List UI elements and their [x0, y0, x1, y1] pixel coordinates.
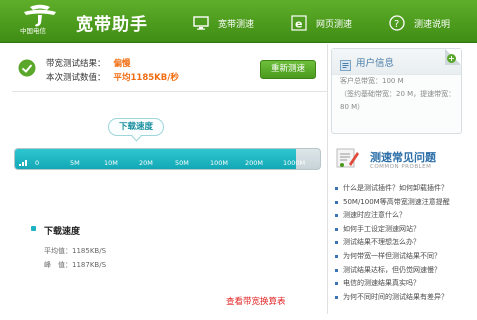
app-header: 中国电信 宽带助手 宽带测速 e 网页测速 ? 测速说明 — [0, 0, 477, 43]
result-row-value: 本次测试数值： 平均1185KB/秒 — [46, 71, 179, 83]
total-bandwidth: 客户总带宽：100 M — [340, 77, 404, 85]
divider — [12, 91, 327, 92]
faq-item[interactable]: 为何带宽一样但测试结果不同？ — [334, 251, 466, 265]
ie-browser-icon: e — [290, 15, 308, 31]
faq-item[interactable]: 50M/100M等高带宽测速注意提醒 — [334, 197, 466, 211]
average-label: 平均值： — [44, 247, 72, 255]
average-speed: 平均值：1185KB/S — [44, 246, 106, 256]
peak-label: 峰 值： — [44, 261, 72, 269]
detail-bullet — [31, 226, 36, 231]
user-info-card: 用户信息 + 客户总带宽：100 M （签约基础带宽：20 M，提速带宽： 80… — [331, 48, 462, 134]
faq-subtitle: COMMON PROBLEM — [370, 164, 432, 170]
faq-item[interactable]: 什么是测试插件？如何卸载插件？ — [334, 183, 466, 197]
svg-text:e: e — [295, 18, 302, 31]
faq-item[interactable]: 为何不同时间的测试结果有差异？ — [334, 292, 466, 306]
faq-item[interactable]: 电信的测速结果真实吗？ — [334, 278, 466, 292]
speed-type-bubble: 下载速度 — [108, 118, 164, 136]
bandwidth-breakdown-cont: 80 M） — [340, 103, 365, 111]
speed-gauge: 0 5M 10M 20M 50M 100M 200M 1000M — [14, 148, 321, 170]
faq-item[interactable]: 测速时应注意什么？ — [334, 210, 466, 224]
result-row-evaluation: 带宽测试结果： 偏慢 — [46, 57, 131, 69]
peak-speed: 峰 值：1187KB/S — [44, 260, 106, 270]
result-value: 平均1185KB/秒 — [113, 73, 179, 83]
monitor-icon — [192, 15, 210, 31]
svg-text:中国电信: 中国电信 — [20, 26, 47, 35]
gauge-tick: 0 — [35, 159, 40, 167]
faq-item[interactable]: 如何手工设定测速网站？ — [334, 224, 466, 238]
gauge-tick: 10M — [104, 159, 118, 167]
download-speed-title: 下载速度 — [44, 227, 81, 237]
add-icon[interactable]: + — [447, 54, 456, 63]
gauge-tick: 5M — [70, 159, 80, 167]
retest-button[interactable]: 重新测速 — [260, 60, 316, 79]
user-info-header: 用户信息 — [332, 49, 461, 75]
bandwidth-breakdown: （签约基础带宽：20 M，提速带宽： — [340, 90, 456, 98]
faq-icon — [336, 146, 360, 170]
faq-title: 测速常见问题 — [370, 151, 436, 164]
gauge-tick: 200M — [245, 159, 264, 167]
help-icon: ? — [388, 15, 406, 31]
faq-item[interactable]: 测试结果达标，但仍觉网速慢？ — [334, 265, 466, 279]
faq-list: 什么是测试插件？如何卸载插件？ 50M/100M等高带宽测速注意提醒 测速时应注… — [334, 183, 466, 305]
result-label: 带宽测试结果： — [46, 59, 106, 69]
nav-webpage-test[interactable]: e 网页测速 — [290, 13, 352, 33]
nav-webpage-test-label: 网页测速 — [316, 19, 353, 30]
result-value-label: 本次测试数值： — [46, 73, 106, 83]
china-telecom-logo: 中国电信 — [16, 4, 64, 38]
average-value: 1185KB/S — [72, 247, 107, 255]
faq-header: 测速常见问题 COMMON PROBLEM — [336, 146, 462, 172]
panel-divider — [327, 44, 328, 314]
peak-value: 1187KB/S — [72, 261, 107, 269]
bandwidth-conversion-link[interactable]: 查看带宽换算表 — [226, 295, 286, 307]
result-evaluation: 偏慢 — [113, 59, 131, 69]
user-info-title: 用户信息 — [356, 57, 395, 69]
main-panel: 带宽测试结果： 偏慢 本次测试数值： 平均1185KB/秒 重新测速 下载速度 0 … — [12, 44, 327, 314]
nav-test-help[interactable]: ? 测速说明 — [388, 13, 450, 33]
gauge-tick: 1000M — [283, 159, 306, 167]
nav-broadband-test[interactable]: 宽带测速 — [192, 13, 254, 33]
nav-test-help-label: 测速说明 — [414, 19, 451, 30]
app-title: 宽带助手 — [76, 15, 148, 35]
gauge-tick: 50M — [175, 159, 189, 167]
user-info-icon — [340, 56, 351, 71]
nav-broadband-test-label: 宽带测速 — [218, 19, 255, 30]
test-result-summary: 带宽测试结果： 偏慢 本次测试数值： 平均1185KB/秒 重新测速 — [12, 48, 327, 88]
speedometer-icon — [18, 153, 28, 166]
faq-item[interactable]: 测试结果不理想怎么办？ — [334, 237, 466, 251]
svg-text:?: ? — [394, 19, 399, 30]
check-icon — [18, 59, 36, 77]
gauge-tick: 100M — [210, 159, 229, 167]
gauge-tick: 20M — [139, 159, 153, 167]
